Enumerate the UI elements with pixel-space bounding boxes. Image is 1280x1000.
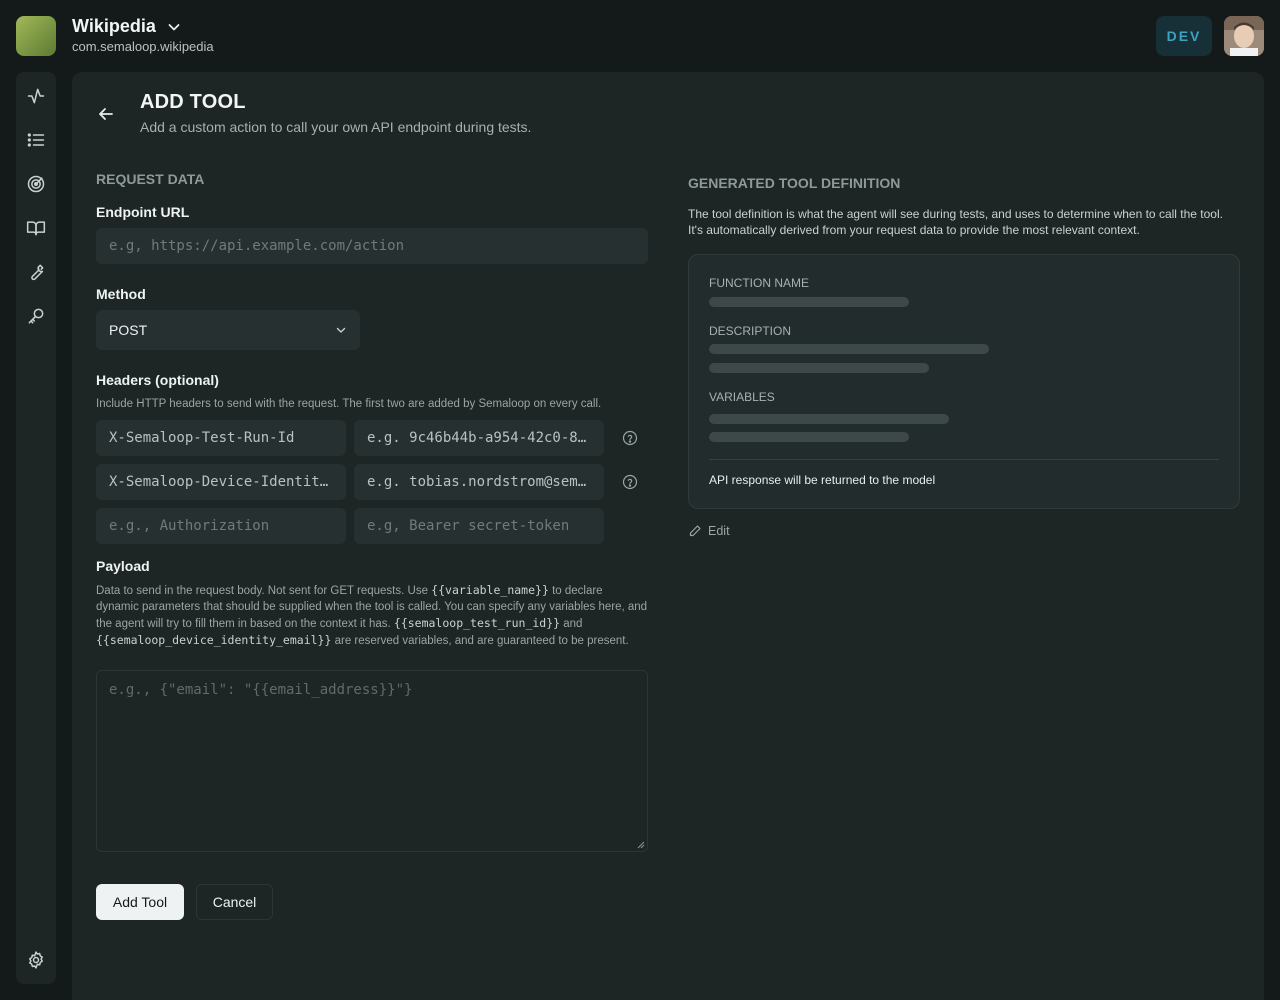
function-name-label: FUNCTION NAME (709, 276, 809, 290)
tool-definition-card: FUNCTION NAME DESCRIPTION VARIABLES API … (688, 254, 1240, 509)
book-icon (26, 221, 46, 236)
app-name: Wikipedia (72, 16, 156, 36)
header-value-input[interactable]: e.g. tobias.nordstrom@sem… (354, 464, 604, 500)
page-subtitle: Add a custom action to call your own API… (140, 119, 532, 135)
help-circle-icon[interactable] (622, 474, 638, 490)
pencil-icon (689, 525, 701, 537)
add-tool-button[interactable]: Add Tool (96, 884, 184, 920)
header-value-input[interactable]: e.g. 9c46b44b-a954-42c0-8… (354, 420, 604, 456)
gear-icon (29, 951, 43, 969)
chevron-down-icon (336, 327, 346, 333)
chevron-down-icon (168, 23, 180, 30)
avatar-image (1224, 16, 1264, 56)
headers-help: Include HTTP headers to send with the re… (96, 398, 602, 410)
skeleton-line (709, 297, 909, 307)
variables-label: VARIABLES (709, 390, 775, 404)
activity-icon (27, 88, 45, 104)
help-circle-icon[interactable] (622, 430, 638, 446)
target-icon (27, 175, 45, 193)
skeleton-line (709, 414, 949, 424)
resize-handle-icon[interactable] (637, 841, 645, 849)
sidebar (16, 72, 56, 984)
header-key-input[interactable]: X-Semaloop-Device-Identit… (96, 464, 346, 500)
arrow-left-icon (99, 108, 113, 120)
main-panel: ADD TOOL Add a custom action to call you… (72, 72, 1264, 1000)
skeleton-line (709, 363, 929, 373)
endpoint-url-input[interactable]: e.g, https://api.example.com/action (96, 228, 648, 264)
sidebar-item-settings[interactable] (24, 948, 48, 972)
back-button[interactable] (96, 104, 116, 124)
sidebar-item-list[interactable] (24, 128, 48, 152)
method-select[interactable]: POST (96, 310, 360, 350)
sidebar-item-activity[interactable] (24, 84, 48, 108)
app-bundle-id: com.semaloop.wikipedia (72, 39, 214, 54)
payload-help: Data to send in the request body. Not se… (96, 583, 648, 647)
tool-definition-heading: GENERATED TOOL DEFINITION (688, 175, 901, 191)
header-key-input[interactable]: X-Semaloop-Test-Run-Id (96, 420, 346, 456)
description-label: DESCRIPTION (709, 324, 792, 338)
skeleton-line (709, 432, 909, 442)
sidebar-item-target[interactable] (24, 172, 48, 196)
edit-definition-button[interactable]: Edit (688, 524, 730, 538)
request-data-heading: REQUEST DATA (96, 171, 205, 187)
sidebar-item-tools[interactable] (24, 260, 48, 284)
payload-label: Payload (96, 558, 150, 574)
app-switcher[interactable]: Wikipedia (72, 16, 182, 37)
top-bar: Wikipedia com.semaloop.wikipedia DEV (0, 0, 1280, 72)
payload-textarea[interactable]: e.g., {"email": "{{email_address}}"} (96, 670, 648, 852)
page-title: ADD TOOL (140, 91, 246, 113)
app-icon[interactable] (16, 16, 56, 56)
header-value-input[interactable]: e.g, Bearer secret-token (354, 508, 604, 544)
response-note: API response will be returned to the mod… (709, 473, 936, 487)
wrench-icon (31, 264, 44, 281)
sidebar-item-docs[interactable] (24, 216, 48, 240)
list-icon (27, 133, 45, 147)
divider (709, 459, 1219, 460)
header-key-input[interactable]: e.g., Authorization (96, 508, 346, 544)
method-label: Method (96, 286, 146, 302)
sidebar-item-keys[interactable] (24, 304, 48, 328)
skeleton-line (709, 344, 989, 354)
key-icon (28, 308, 44, 324)
cancel-button[interactable]: Cancel (196, 884, 273, 920)
avatar[interactable] (1224, 16, 1264, 56)
endpoint-url-label: Endpoint URL (96, 204, 190, 220)
headers-label: Headers (optional) (96, 372, 219, 388)
environment-badge[interactable]: DEV (1156, 16, 1212, 56)
tool-definition-description: The tool definition is what the agent wi… (688, 207, 1223, 237)
